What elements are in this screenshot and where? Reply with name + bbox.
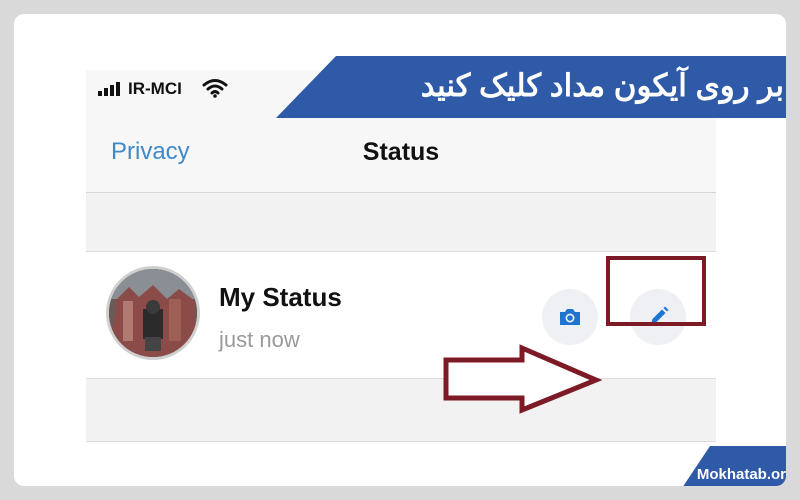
avatar-image — [109, 269, 197, 357]
my-status-row[interactable]: My Status just now — [86, 252, 716, 378]
tutorial-card: IR-MCI Privacy Status My Status just now… — [14, 14, 786, 486]
signal-icon — [98, 82, 120, 96]
carrier-name: IR-MCI — [128, 79, 182, 98]
wifi-icon — [202, 79, 228, 98]
pointer-arrow-icon — [443, 344, 602, 414]
my-status-title: My Status — [219, 282, 342, 312]
navigation-bar: Privacy Status — [86, 114, 716, 193]
section-spacer-bottom — [86, 378, 716, 442]
avatar[interactable] — [106, 266, 200, 360]
camera-button[interactable] — [542, 289, 598, 345]
instruction-banner-text: بر روی آیکون مداد کلیک کنید — [420, 68, 784, 103]
phone-screenshot: IR-MCI Privacy Status My Status just now — [86, 70, 716, 442]
section-spacer — [86, 193, 716, 252]
site-name[interactable]: Mokhatab.org — [692, 466, 786, 483]
pencil-highlight-box — [606, 256, 706, 326]
camera-icon — [560, 309, 580, 325]
status-timestamp: just now — [219, 327, 300, 352]
page-title: Status — [362, 138, 440, 166]
